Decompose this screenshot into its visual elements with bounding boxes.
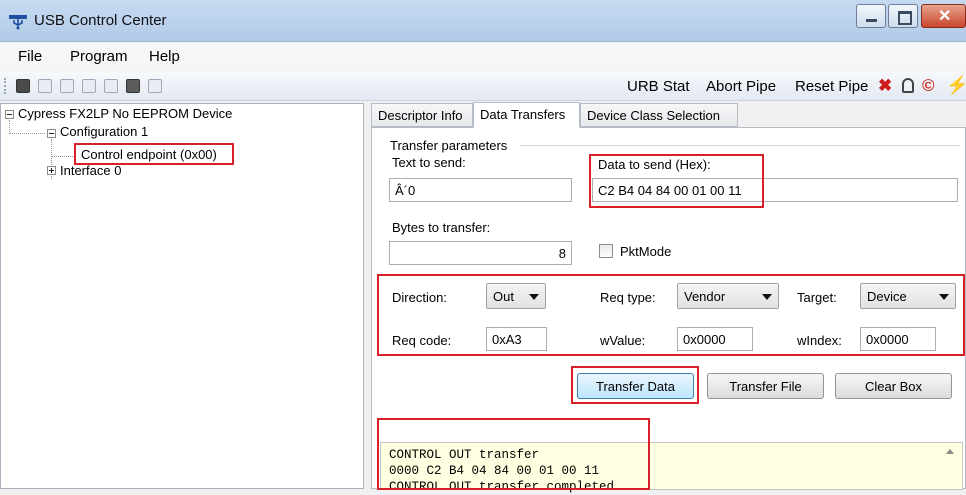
highlight-box bbox=[571, 366, 699, 404]
data-transfers-pane: Transfer parameters Text to send: Â´0 Da… bbox=[371, 127, 966, 494]
detail-panel: Descriptor Info Data Transfers Device Cl… bbox=[368, 102, 966, 494]
menu-help[interactable]: Help bbox=[149, 48, 180, 65]
tree-line bbox=[9, 120, 10, 134]
menu-program[interactable]: Program bbox=[70, 48, 128, 65]
group-divider bbox=[520, 145, 960, 146]
req-code-input[interactable]: 0xA3 bbox=[486, 327, 547, 351]
usb-app-icon bbox=[9, 15, 27, 30]
close-icon: ✕ bbox=[938, 8, 952, 25]
menu-bar: File Program Help bbox=[0, 43, 966, 70]
wvalue-label: wValue: bbox=[600, 333, 646, 348]
collapse-icon[interactable] bbox=[5, 110, 14, 119]
minimize-button[interactable] bbox=[856, 4, 886, 28]
pktmode-checkbox[interactable] bbox=[599, 244, 613, 258]
delete-icon[interactable]: ✖ bbox=[878, 76, 892, 96]
req-type-value: Vendor bbox=[684, 289, 726, 304]
direction-value: Out bbox=[493, 289, 514, 304]
transfer-file-button[interactable]: Transfer File bbox=[707, 373, 824, 399]
stop-icon[interactable] bbox=[38, 79, 52, 93]
target-label: Target: bbox=[797, 290, 837, 305]
tree-line bbox=[10, 133, 45, 134]
reset-pipe-button[interactable]: Reset Pipe bbox=[795, 78, 868, 95]
document-icon[interactable] bbox=[82, 79, 96, 93]
windex-label: wIndex: bbox=[797, 333, 842, 348]
copyright-icon[interactable]: © bbox=[922, 76, 935, 96]
target-value: Device bbox=[867, 289, 907, 304]
chevron-down-icon bbox=[762, 294, 772, 300]
play-icon[interactable] bbox=[148, 79, 162, 93]
tree-line bbox=[52, 156, 75, 157]
menu-file[interactable]: File bbox=[18, 48, 42, 65]
abort-pipe-button[interactable]: Abort Pipe bbox=[706, 78, 776, 95]
text-to-send-label: Text to send: bbox=[392, 155, 466, 170]
highlight-box bbox=[74, 143, 234, 165]
target-select[interactable]: Device bbox=[860, 283, 956, 309]
print-icon[interactable] bbox=[126, 79, 140, 93]
bytes-to-transfer-input[interactable]: 8 bbox=[389, 241, 572, 265]
req-type-select[interactable]: Vendor bbox=[677, 283, 779, 309]
highlight-box bbox=[377, 418, 650, 490]
clear-box-button[interactable]: Clear Box bbox=[835, 373, 952, 399]
windex-input[interactable]: 0x0000 bbox=[860, 327, 936, 351]
tab-device-class-selection[interactable]: Device Class Selection bbox=[580, 103, 738, 127]
req-type-label: Req type: bbox=[600, 290, 656, 305]
tree-item-interface[interactable]: Interface 0 bbox=[60, 163, 121, 178]
search-icon[interactable] bbox=[104, 79, 118, 93]
record-icon[interactable] bbox=[60, 79, 74, 93]
title-bar: USB Control Center ✕ bbox=[0, 0, 966, 42]
bytes-to-transfer-label: Bytes to transfer: bbox=[392, 220, 491, 235]
scroll-up-icon[interactable] bbox=[946, 449, 954, 454]
transfer-parameters-label: Transfer parameters bbox=[390, 138, 508, 153]
tab-descriptor-info[interactable]: Descriptor Info bbox=[371, 103, 473, 127]
highlight-box bbox=[589, 154, 764, 208]
pktmode-label: PktMode bbox=[620, 244, 672, 259]
tree-item-device[interactable]: Cypress FX2LP No EEPROM Device bbox=[18, 106, 232, 121]
direction-select[interactable]: Out bbox=[486, 283, 546, 309]
collapse-icon[interactable] bbox=[47, 129, 56, 138]
direction-label: Direction: bbox=[392, 290, 447, 305]
req-code-label: Req code: bbox=[392, 333, 452, 348]
lightning-icon[interactable]: ⚡ bbox=[946, 75, 966, 96]
window-title: USB Control Center bbox=[34, 12, 167, 29]
device-icon[interactable] bbox=[16, 79, 30, 93]
toolbar-grip[interactable] bbox=[4, 78, 6, 94]
tab-data-transfers[interactable]: Data Transfers bbox=[473, 102, 580, 128]
device-tree: Cypress FX2LP No EEPROM Device Configura… bbox=[0, 103, 364, 489]
lock-icon[interactable] bbox=[902, 78, 914, 93]
expand-icon[interactable] bbox=[47, 166, 56, 175]
chevron-down-icon bbox=[939, 294, 949, 300]
maximize-button[interactable] bbox=[888, 4, 918, 28]
toolbar: URB Stat Abort Pipe Reset Pipe ✖ © ⚡ bbox=[0, 71, 966, 101]
chevron-down-icon bbox=[529, 294, 539, 300]
close-button[interactable]: ✕ bbox=[921, 4, 966, 28]
tree-item-configuration[interactable]: Configuration 1 bbox=[60, 124, 148, 139]
text-to-send-input[interactable]: Â´0 bbox=[389, 178, 572, 202]
wvalue-input[interactable]: 0x0000 bbox=[677, 327, 753, 351]
urb-stat-button[interactable]: URB Stat bbox=[627, 78, 690, 95]
